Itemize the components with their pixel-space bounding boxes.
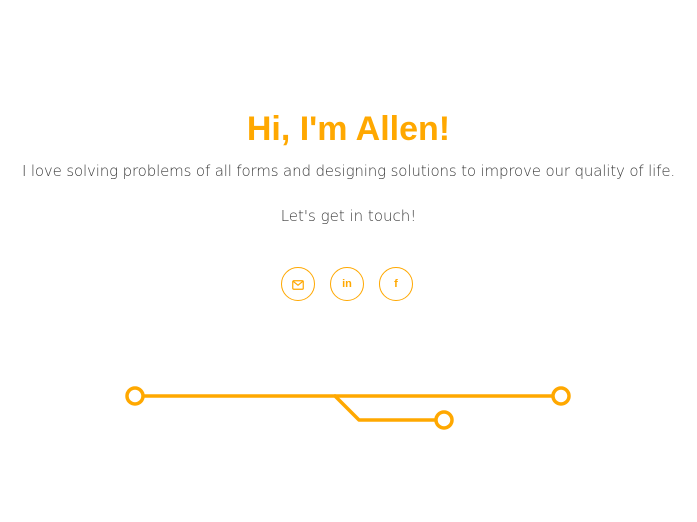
circuit-node-right	[551, 386, 571, 406]
circuit-node-branch	[434, 410, 454, 430]
circuit-branch-trace	[333, 394, 437, 422]
circuit-decoration	[125, 386, 571, 430]
circuit-node-left	[125, 386, 145, 406]
